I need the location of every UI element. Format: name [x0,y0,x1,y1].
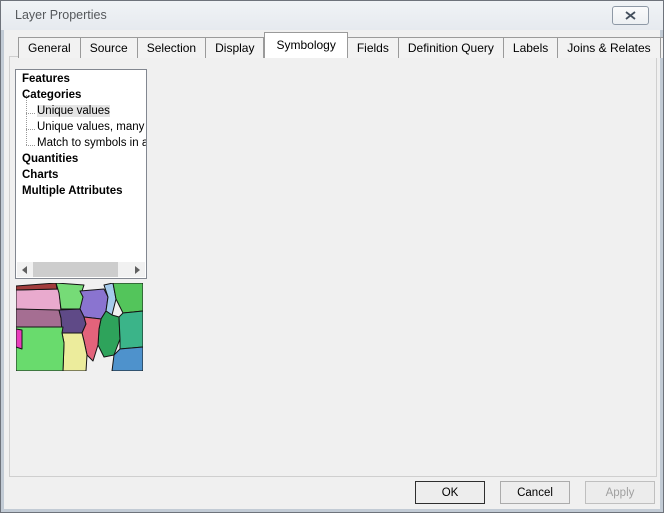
close-button[interactable] [612,6,649,25]
tab-general[interactable]: General [18,37,81,58]
tab-joins-relates[interactable]: Joins & Relates [558,37,660,58]
map-state [113,283,143,313]
tree-item-unique-values[interactable]: Unique values [37,105,110,117]
tab-fields[interactable]: Fields [348,37,399,58]
map-state [62,333,87,371]
scroll-left-arrow[interactable] [17,262,32,277]
map-state [112,347,143,371]
tree-item-label: Unique values [37,105,110,117]
apply-button[interactable]: Apply [585,481,655,504]
layer-map-preview [16,283,143,371]
tree-connector [26,95,27,145]
cancel-button[interactable]: Cancel [500,481,570,504]
tab-selection[interactable]: Selection [138,37,206,58]
map-state [16,309,63,327]
right-arrow-icon [135,266,140,274]
tree-connector [26,129,35,130]
map-state [16,283,57,290]
tab-labels[interactable]: Labels [504,37,558,58]
title-bar: Layer Properties [1,1,663,30]
map-state [16,327,64,371]
tree-item-categories[interactable]: Categories [22,89,81,101]
tree-item-features[interactable]: Features [22,73,70,85]
tree-item-unique-values-many[interactable]: Unique values, many [37,121,144,133]
left-arrow-icon [22,266,27,274]
map-state [16,329,22,349]
tree-connector [26,145,35,146]
tab-strip: General Source Selection Display Symbolo… [18,32,664,58]
close-icon [625,11,636,20]
scrollbar-thumb[interactable] [33,262,118,277]
show-tree: Features Categories Unique values Unique… [15,69,147,279]
ok-button[interactable]: OK [415,481,485,504]
scroll-right-arrow[interactable] [130,262,145,277]
tree-connector [26,113,35,114]
tab-symbology[interactable]: Symbology [264,32,347,58]
tree-item-charts[interactable]: Charts [22,169,58,181]
tree-item-quantities[interactable]: Quantities [22,153,78,165]
tab-definition-query[interactable]: Definition Query [399,37,504,58]
tree-item-multiple-attributes[interactable]: Multiple Attributes [22,185,123,197]
map-state [98,311,120,357]
tab-time[interactable]: Time [661,37,664,58]
map-state [16,289,61,311]
layer-properties-dialog: Layer Properties General Source Selectio… [0,0,664,513]
tab-display[interactable]: Display [206,37,264,58]
map-state [119,311,143,349]
window-title: Layer Properties [15,8,107,22]
tree-horizontal-scrollbar[interactable] [17,262,145,277]
tree-item-match-symbols[interactable]: Match to symbols in a [37,137,147,149]
tab-source[interactable]: Source [81,37,138,58]
